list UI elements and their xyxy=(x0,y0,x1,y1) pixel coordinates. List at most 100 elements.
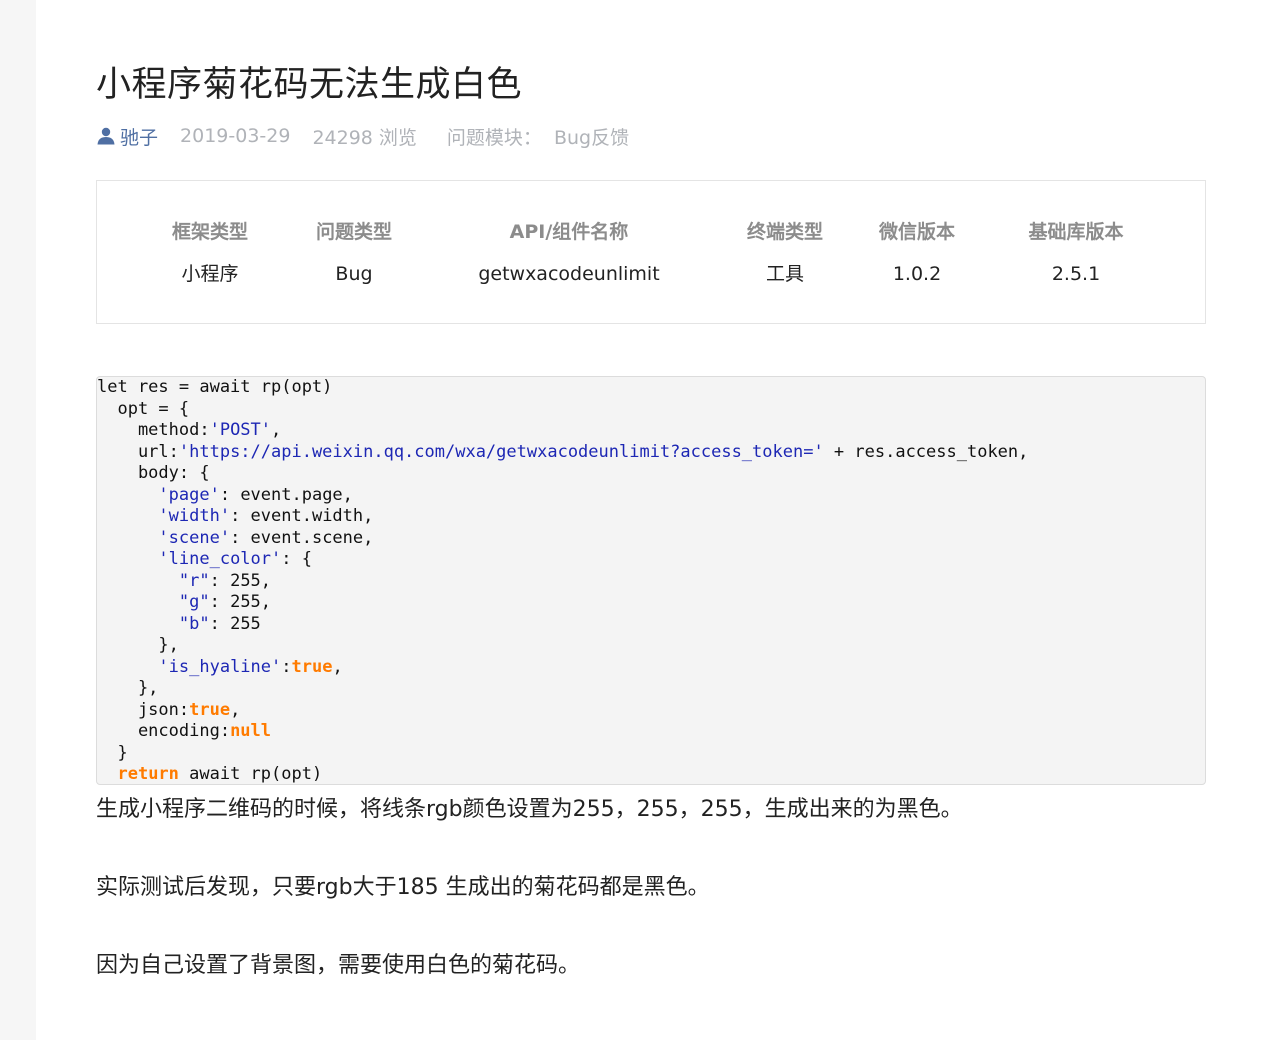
code-token: }, xyxy=(97,635,179,655)
issue-info-table: 框架类型 小程序 问题类型 Bug API/组件名称 getwxacodeunl… xyxy=(96,180,1206,324)
code-token: : { xyxy=(281,549,312,569)
code-token: url: xyxy=(97,441,179,462)
module-link[interactable]: Bug反馈 xyxy=(554,123,629,150)
article: 小程序菊花码无法生成白色 驰子 2019-03-29 24298 浏览 问题模块… xyxy=(96,0,1206,981)
post-date: 2019-03-29 xyxy=(180,125,291,147)
paragraph: 实际测试后发现，只要rgb大于185 生成出的菊花码都是黑色。 xyxy=(96,875,710,900)
info-header: 基础库版本 xyxy=(1028,221,1124,243)
info-col-lib-version: 基础库版本 2.5.1 xyxy=(1006,219,1146,287)
code-token: "g" xyxy=(178,592,210,612)
code-token: 'width' xyxy=(158,506,231,526)
code-token: true xyxy=(291,656,333,677)
left-sidebar-strip xyxy=(0,0,36,1040)
info-col-framework: 框架类型 小程序 xyxy=(158,219,262,287)
paragraph: 生成小程序二维码的时候，将线条rgb颜色设置为255，255，255，生成出来的… xyxy=(96,797,963,822)
info-value: Bug xyxy=(335,263,373,285)
page-title: 小程序菊花码无法生成白色 xyxy=(96,65,523,105)
code-line: let res = await rp(opt) xyxy=(97,377,1205,399)
code-line: 'scene': event.scene, xyxy=(97,528,1205,550)
code-token: opt = { xyxy=(97,398,190,419)
code-line: "b": 255 xyxy=(97,614,1205,636)
code-line: }, xyxy=(97,635,1205,657)
code-line: 'is_hyaline':true, xyxy=(97,657,1205,679)
author-link[interactable]: 驰子 xyxy=(96,123,158,150)
code-line: "g": 255, xyxy=(97,592,1205,614)
code-token: method: xyxy=(97,420,210,440)
code-line: url:'https://api.weixin.qq.com/wxa/getwx… xyxy=(97,442,1205,464)
code-token: : 255, xyxy=(209,592,272,612)
code-token: : event.page, xyxy=(219,484,353,505)
info-header: API/组件名称 xyxy=(509,221,629,243)
code-token: let res = await rp(opt) xyxy=(97,377,333,397)
info-header: 框架类型 xyxy=(171,221,248,243)
code-line: method:'POST', xyxy=(97,420,1205,442)
code-token: "b" xyxy=(178,613,210,634)
info-header: 终端类型 xyxy=(746,221,823,243)
code-content: let res = await rp(opt) opt = { method:'… xyxy=(97,377,1205,784)
info-col-wechat-version: 微信版本 1.0.2 xyxy=(862,219,972,287)
user-icon xyxy=(97,127,115,145)
author-name: 驰子 xyxy=(120,126,159,149)
code-token: : xyxy=(281,656,292,677)
view-count: 24298 浏览 xyxy=(312,126,417,149)
code-token: return xyxy=(117,764,179,784)
code-token: 'POST' xyxy=(209,420,272,440)
info-header: 问题类型 xyxy=(315,221,392,243)
info-value: 工具 xyxy=(765,263,804,285)
code-token: await rp(opt) xyxy=(178,764,323,784)
code-token: 'https://api.weixin.qq.com/wxa/getwxacod… xyxy=(178,441,824,462)
code-token: null xyxy=(230,721,272,741)
code-line: 'page': event.page, xyxy=(97,485,1205,507)
info-value: 2.5.1 xyxy=(1051,263,1101,285)
code-line: json:true, xyxy=(97,700,1205,722)
code-token: : event.width, xyxy=(230,506,374,526)
code-token: true xyxy=(189,699,231,720)
code-token: json: xyxy=(97,699,190,720)
code-token: : event.scene, xyxy=(230,527,374,548)
article-meta: 驰子 2019-03-29 24298 浏览 问题模块： Bug反馈 xyxy=(96,118,1206,154)
code-token: } xyxy=(97,742,128,763)
code-token: 'is_hyaline' xyxy=(158,656,282,677)
info-value: 小程序 xyxy=(181,263,239,285)
code-line: return await rp(opt) xyxy=(97,764,1205,784)
info-value: getwxacodeunlimit xyxy=(478,263,660,285)
paragraph: 因为自己设置了背景图，需要使用白色的菊花码。 xyxy=(96,953,581,978)
code-line: body: { xyxy=(97,463,1205,485)
info-col-issue-type: 问题类型 Bug xyxy=(302,219,406,287)
code-token: : 255, xyxy=(209,570,272,591)
code-token: , xyxy=(271,420,282,440)
module-label: 问题模块： xyxy=(446,126,542,149)
info-col-terminal: 终端类型 工具 xyxy=(730,219,840,287)
code-line: }, xyxy=(97,678,1205,700)
code-token: 'line_color' xyxy=(158,549,282,569)
code-block[interactable]: let res = await rp(opt) opt = { method:'… xyxy=(96,376,1206,785)
code-line: opt = { xyxy=(97,399,1205,421)
code-line: 'line_color': { xyxy=(97,549,1205,571)
info-value: 1.0.2 xyxy=(892,263,942,285)
code-token: 'page' xyxy=(158,484,220,505)
code-token: "r" xyxy=(178,570,210,591)
code-token: : 255 xyxy=(209,613,261,634)
code-line: "r": 255, xyxy=(97,571,1205,593)
code-line: encoding:null xyxy=(97,721,1205,743)
code-token: body: { xyxy=(97,463,210,483)
info-col-api-name: API/组件名称 getwxacodeunlimit xyxy=(459,219,679,287)
code-line: } xyxy=(97,743,1205,765)
code-token: , xyxy=(332,656,343,677)
code-token: }, xyxy=(97,678,159,698)
code-line: 'width': event.width, xyxy=(97,506,1205,528)
code-token: encoding: xyxy=(97,721,231,741)
code-token: 'scene' xyxy=(158,527,231,548)
code-token: + res.access_token, xyxy=(823,441,1029,462)
info-header: 微信版本 xyxy=(878,221,955,243)
code-token: , xyxy=(230,699,241,720)
